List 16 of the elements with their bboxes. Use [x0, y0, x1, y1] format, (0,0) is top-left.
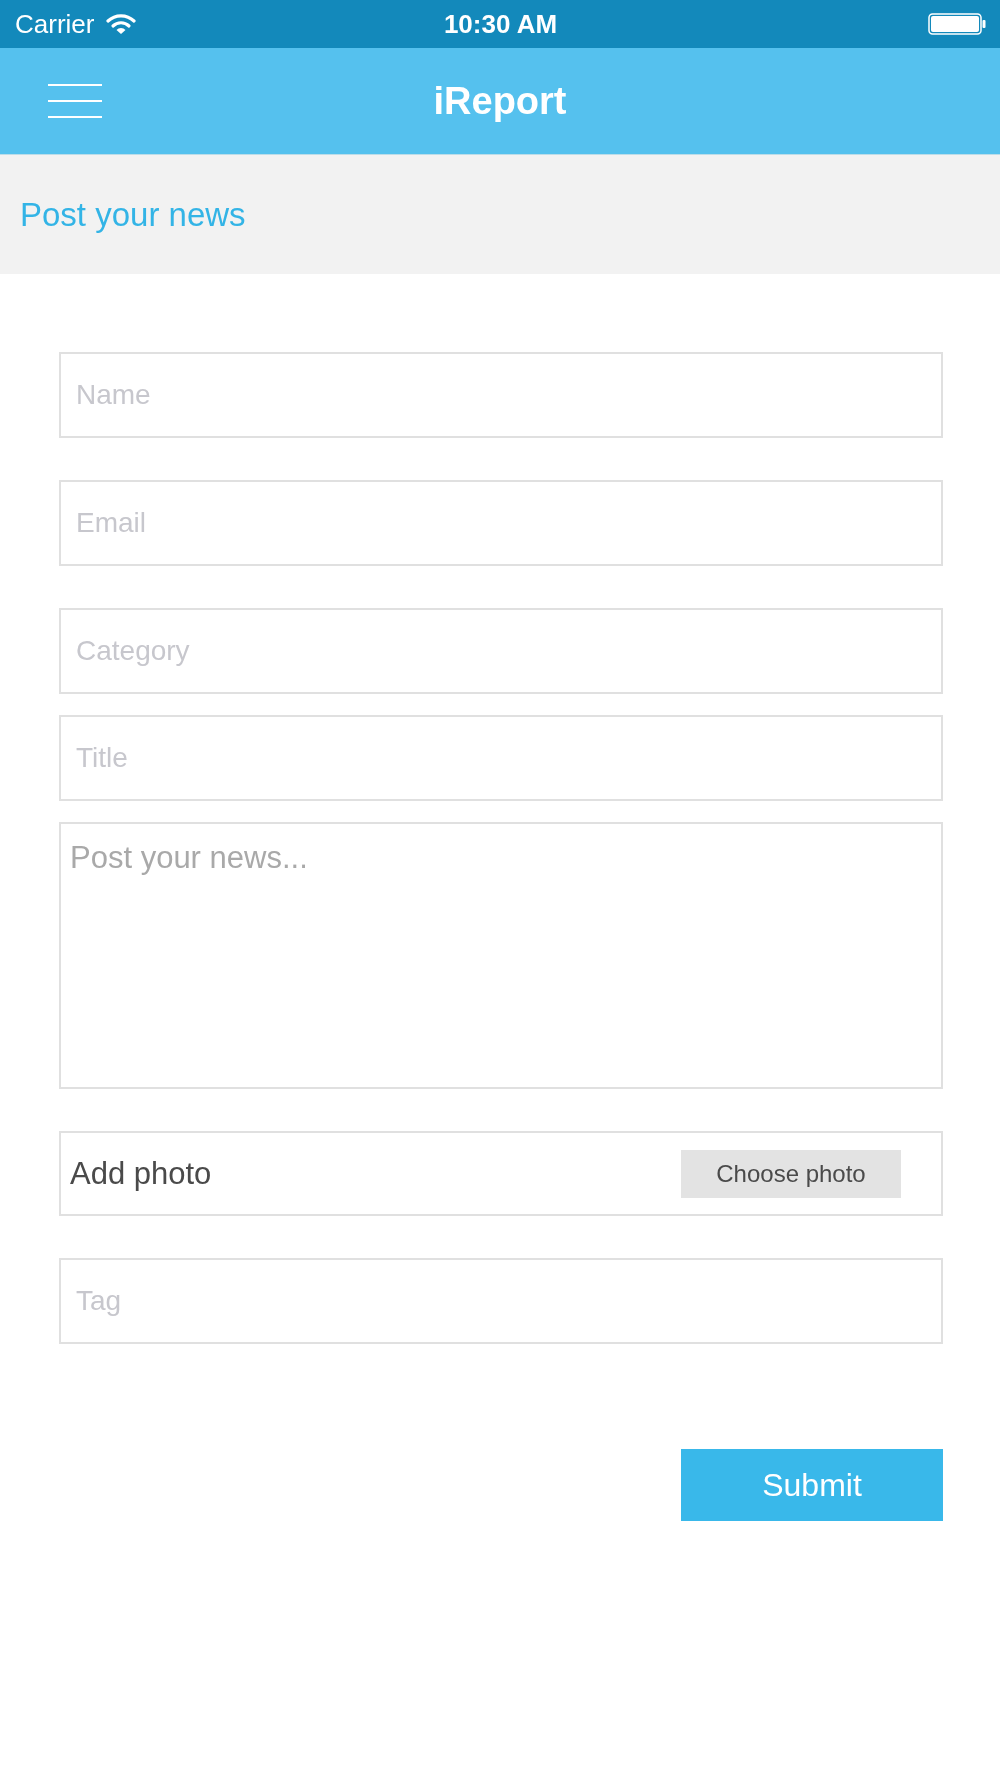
text-input-field[interactable]: Title [59, 715, 943, 801]
battery-icon [928, 13, 986, 35]
clock-time: 10:30 AM [443, 8, 558, 40]
menu-icon [48, 84, 102, 118]
app-title: iReport [433, 79, 567, 123]
add-photo-label: Add photo [70, 1155, 212, 1192]
text-input-field[interactable]: Email [59, 480, 943, 566]
text-input-field[interactable]: Name [59, 352, 943, 438]
news-text-area[interactable]: Post your news... [59, 822, 943, 1089]
text-input-field[interactable]: Category [59, 608, 943, 694]
wifi-icon [106, 13, 137, 35]
text-input-field[interactable]: Tag [59, 1258, 943, 1344]
carrier-label: Carrier [15, 8, 95, 40]
choose-photo-button[interactable]: Choose photo [681, 1149, 901, 1198]
page-title: Post your news [20, 195, 246, 234]
menu-button[interactable] [48, 84, 102, 118]
